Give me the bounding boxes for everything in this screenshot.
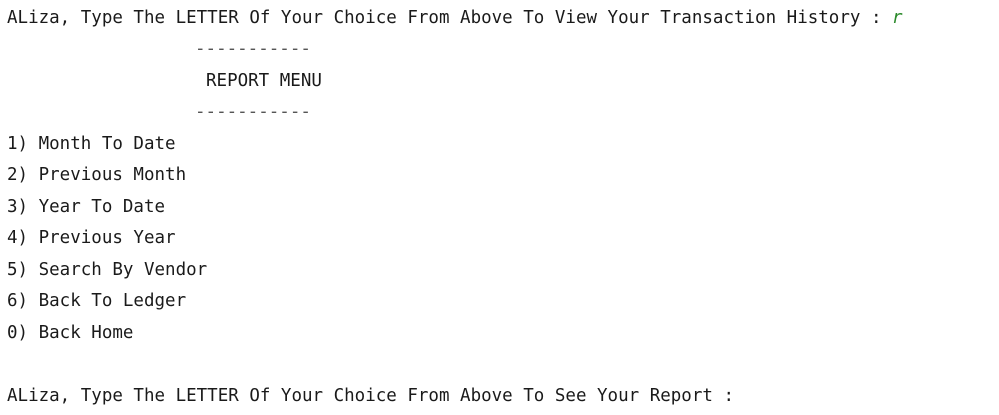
menu-option-month-to-date: 1) Month To Date [7, 134, 176, 154]
menu-option-previous-month: 2) Previous Month [7, 165, 187, 185]
console-output: ALiza, Type The LETTER Of Your Choice Fr… [7, 6, 999, 415]
menu-divider-top: ----------- [195, 39, 311, 59]
user-input-echo: r [892, 8, 903, 28]
prompt-text: ALiza, Type The LETTER Of Your Choice Fr… [7, 8, 893, 28]
report-choice-prompt[interactable]: ALiza, Type The LETTER Of Your Choice Fr… [7, 384, 745, 408]
transaction-history-prompt: ALiza, Type The LETTER Of Your Choice Fr… [7, 6, 903, 30]
menu-option-year-to-date: 3) Year To Date [7, 197, 166, 217]
menu-title: REPORT MENU [206, 71, 322, 91]
menu-divider-bottom: ----------- [195, 102, 311, 122]
menu-option-back-to-ledger: 6) Back To Ledger [7, 291, 187, 311]
menu-option-back-home: 0) Back Home [7, 323, 134, 343]
menu-option-search-by-vendor: 5) Search By Vendor [7, 260, 208, 280]
menu-option-previous-year: 4) Previous Year [7, 228, 176, 248]
